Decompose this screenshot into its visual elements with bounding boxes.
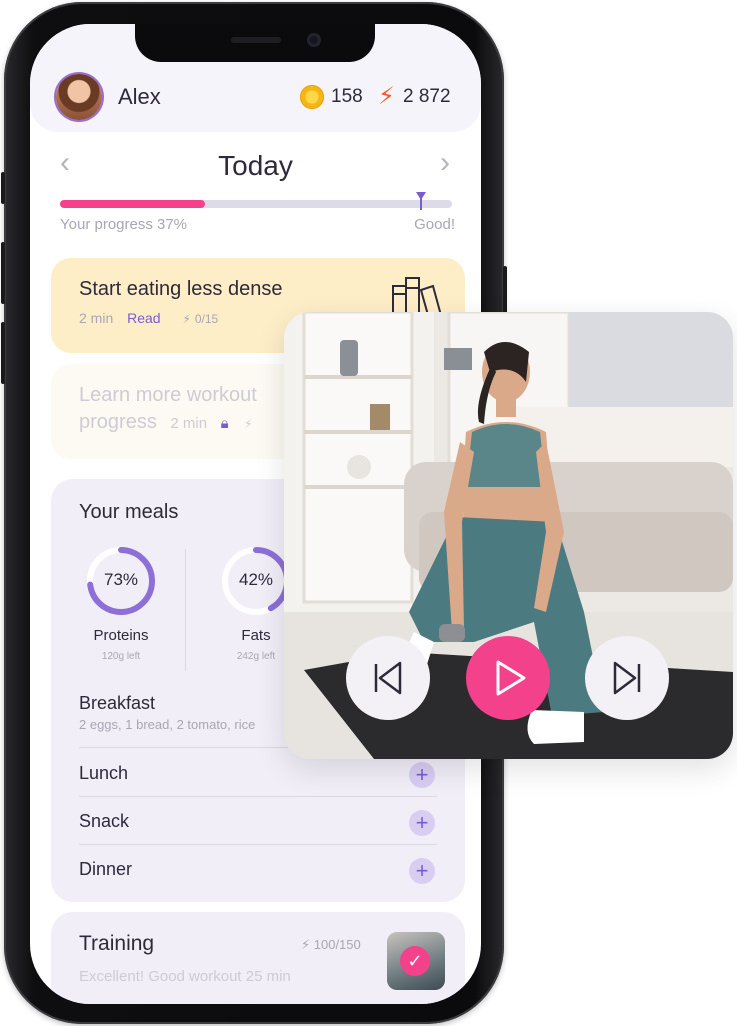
meal-description: 2 eggs, 1 bread, 2 tomato, rice <box>79 717 256 732</box>
camera <box>307 33 321 47</box>
progress-label: Your progress 37% <box>60 216 188 233</box>
training-points-value: 100/150 <box>313 937 361 952</box>
tip-title: Start eating less dense <box>79 278 283 300</box>
read-link[interactable]: Read <box>127 310 160 326</box>
tip-meta: 2 min Read ⚡ 0/15 <box>79 310 218 326</box>
next-icon <box>613 661 641 695</box>
proteins-label: Proteins <box>93 627 149 644</box>
side-button <box>1 172 5 204</box>
day-title: Today <box>218 150 293 181</box>
side-button <box>1 322 5 384</box>
macro-divider <box>185 549 186 671</box>
training-points: ⚡ 100/150 <box>301 937 361 952</box>
fats-percent: 42% <box>238 570 274 589</box>
bolt-icon: ⚡ <box>182 312 191 326</box>
meals-title: Your meals <box>79 501 179 523</box>
tip-duration: 2 min <box>79 310 114 326</box>
bolt-icon: ⚡ <box>244 417 253 431</box>
tip-duration: 2 min <box>170 415 208 432</box>
add-dinner-button[interactable]: + <box>409 858 435 884</box>
add-lunch-button[interactable]: + <box>409 762 435 788</box>
progress-fill <box>60 200 206 208</box>
tip-points: 0/15 <box>194 312 219 326</box>
user-name: Alex <box>118 84 161 109</box>
coin-count: 158 <box>331 86 363 107</box>
meal-row-dinner[interactable]: Dinner + <box>79 845 437 893</box>
coin-icon <box>300 85 324 109</box>
next-day-icon[interactable]: › <box>440 146 450 180</box>
goal-marker-line <box>420 198 422 210</box>
meal-name: Snack <box>79 811 130 831</box>
play-icon <box>496 660 526 696</box>
previous-icon <box>374 661 402 695</box>
phone-notch <box>135 24 375 62</box>
play-button[interactable] <box>466 636 550 720</box>
training-title: Training <box>79 932 155 955</box>
proteins-left: 120g left <box>101 651 141 662</box>
previous-button[interactable] <box>346 636 430 720</box>
bolt-icon: ⚡ <box>378 83 395 110</box>
goal-label: Good! <box>414 216 455 233</box>
meal-name: Dinner <box>79 859 133 879</box>
meal-row-snack[interactable]: Snack + <box>79 797 437 845</box>
check-icon: ✓ <box>400 946 430 976</box>
training-card[interactable]: Training ⚡ 100/150 Excellent! Good worko… <box>51 912 465 1004</box>
energy-count: 2 872 <box>403 86 451 107</box>
meal-name: Breakfast <box>79 693 156 713</box>
add-snack-button[interactable]: + <box>409 810 435 836</box>
tip-title-line1: Learn more workout <box>79 384 257 406</box>
training-subtitle: Excellent! Good workout 25 min <box>79 968 291 985</box>
video-player[interactable] <box>284 312 733 759</box>
progress-bar <box>60 200 452 208</box>
avatar[interactable] <box>56 74 102 120</box>
meal-name: Lunch <box>79 763 129 783</box>
next-button[interactable] <box>585 636 669 720</box>
proteins-percent: 73% <box>103 570 139 589</box>
side-button <box>1 242 5 304</box>
speaker <box>231 37 281 43</box>
tip-title-line2: progress <box>79 411 157 433</box>
lock-icon: 🔒︎ <box>220 415 229 432</box>
